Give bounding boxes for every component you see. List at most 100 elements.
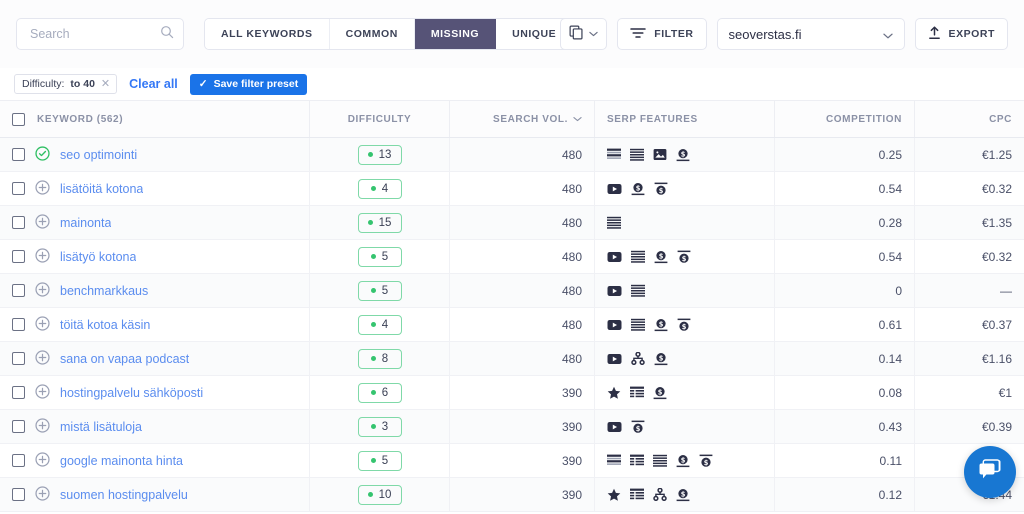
table-row[interactable]: lisätöitä kotona 4 480 $ $ 0.54 €0.32 [0,172,1024,206]
row-checkbox[interactable] [12,352,25,365]
search-box[interactable] [16,18,184,50]
filter-chip-difficulty[interactable]: Difficulty: to 40 ✕ [14,74,118,94]
table-row[interactable]: mistä lisätuloja 3 390 $ 0.43 €0.39 [0,410,1024,444]
table-row[interactable]: töitä kotoa käsin 4 480 $ $ 0.61 €0.37 [0,308,1024,342]
table-row[interactable]: suomen hostingpalvelu 10 390 $ 0.12 [0,478,1024,512]
plus-circle-icon[interactable] [35,213,50,232]
table-row[interactable]: benchmarkkaus 5 480 0 — [0,274,1024,308]
serp-feature-table-icon[interactable] [630,488,644,501]
serp-feature-ads-bottom-icon[interactable]: $ [676,488,690,502]
tab-common[interactable]: COMMON [329,19,415,49]
column-header-cpc[interactable]: CPC [915,101,1024,137]
serp-feature-video-icon[interactable] [607,353,622,365]
serp-feature-reviews-icon[interactable] [607,386,621,400]
serp-feature-sitelinks-list-icon[interactable] [630,148,644,161]
serp-feature-ads-bottom-icon[interactable]: $ [676,148,690,162]
table-row[interactable]: sana on vapaa podcast 8 480 $ 0.14 €1.16 [0,342,1024,376]
table-row[interactable]: mainonta 15 480 0.28 €1.35 [0,206,1024,240]
serp-feature-sitelinks-tree-icon[interactable] [631,352,645,365]
save-filter-preset-button[interactable]: ✓ Save filter preset [189,73,308,95]
clear-all-button[interactable]: Clear all [129,77,178,91]
column-header-search-volume[interactable]: SEARCH VOL. [450,101,595,137]
select-all-checkbox[interactable] [12,112,25,126]
keyword-link[interactable]: töitä kotoa käsin [60,318,150,332]
tab-all-keywords[interactable]: ALL KEYWORDS [205,19,330,49]
serp-feature-sitelinks-list-icon[interactable] [607,216,621,229]
serp-feature-ads-top-icon[interactable]: $ [699,454,713,468]
check-circle-icon[interactable] [35,145,50,164]
keyword-link[interactable]: sana on vapaa podcast [60,352,189,366]
plus-circle-icon[interactable] [35,349,50,368]
serp-feature-featured-snippet-icon[interactable] [607,148,621,161]
serp-feature-video-icon[interactable] [607,251,622,263]
tab-missing[interactable]: MISSING [414,19,497,49]
search-input[interactable] [28,26,160,42]
column-header-serp-features[interactable]: SERP FEATURES [595,101,775,137]
serp-feature-sitelinks-list-icon[interactable] [631,284,645,297]
row-checkbox[interactable] [12,284,25,297]
serp-feature-sitelinks-tree-icon[interactable] [653,488,667,501]
serp-feature-video-icon[interactable] [607,319,622,331]
plus-circle-icon[interactable] [35,315,50,334]
row-checkbox[interactable] [12,488,25,501]
row-checkbox[interactable] [12,216,25,229]
serp-feature-image-pack-icon[interactable] [653,148,667,161]
serp-feature-reviews-icon[interactable] [607,488,621,502]
row-checkbox[interactable] [12,454,25,467]
serp-feature-ads-top-icon[interactable]: $ [677,318,691,332]
plus-circle-icon[interactable] [35,417,50,436]
table-row[interactable]: google mainonta hinta 5 390 $ $ 0.11 [0,444,1024,478]
serp-feature-ads-bottom-icon[interactable]: $ [676,454,690,468]
keyword-link[interactable]: hostingpalvelu sähköposti [60,386,203,400]
table-row[interactable]: hostingpalvelu sähköposti 6 390 $ 0.08 €… [0,376,1024,410]
close-icon[interactable]: ✕ [101,78,110,90]
column-header-competition[interactable]: COMPETITION [775,101,915,137]
row-checkbox[interactable] [12,386,25,399]
serp-feature-video-icon[interactable] [607,421,622,433]
serp-feature-ads-bottom-icon[interactable]: $ [653,386,667,400]
table-row[interactable]: seo optimointi 13 480 $ 0.25 €1.25 [0,138,1024,172]
sort-chevron-down-icon[interactable] [573,114,582,125]
keyword-link[interactable]: google mainonta hinta [60,454,183,468]
plus-circle-icon[interactable] [35,179,50,198]
column-header-keyword[interactable]: KEYWORD (562) [0,101,310,137]
plus-circle-icon[interactable] [35,485,50,504]
keyword-link[interactable]: mainonta [60,216,111,230]
row-checkbox[interactable] [12,420,25,433]
export-button[interactable]: EXPORT [914,18,1008,50]
serp-feature-ads-bottom-icon[interactable]: $ [654,250,668,264]
serp-feature-ads-top-icon[interactable]: $ [654,182,668,196]
serp-feature-table-icon[interactable] [630,454,644,467]
serp-feature-ads-bottom-icon[interactable]: $ [654,352,668,366]
row-checkbox[interactable] [12,250,25,263]
keyword-link[interactable]: benchmarkkaus [60,284,148,298]
serp-feature-ads-bottom-icon[interactable]: $ [654,318,668,332]
table-row[interactable]: lisätyö kotona 5 480 $ $ 0.54 €0.32 [0,240,1024,274]
row-checkbox[interactable] [12,148,25,161]
plus-circle-icon[interactable] [35,383,50,402]
keyword-link[interactable]: suomen hostingpalvelu [60,488,188,502]
compare-domains-button[interactable] [560,18,608,50]
filter-button[interactable]: FILTER [617,18,707,50]
serp-feature-sitelinks-list-icon[interactable] [631,318,645,331]
keyword-link[interactable]: lisätöitä kotona [60,182,143,196]
keyword-link[interactable]: mistä lisätuloja [60,420,142,434]
serp-feature-sitelinks-list-icon[interactable] [631,250,645,263]
plus-circle-icon[interactable] [35,247,50,266]
serp-feature-video-icon[interactable] [607,183,622,195]
serp-feature-ads-top-icon[interactable]: $ [677,250,691,264]
serp-feature-featured-snippet-icon[interactable] [607,454,621,467]
serp-feature-video-icon[interactable] [607,285,622,297]
plus-circle-icon[interactable] [35,451,50,470]
serp-feature-ads-bottom-icon[interactable]: $ [631,182,645,196]
column-header-difficulty[interactable]: DIFFICULTY [310,101,450,137]
domain-select[interactable]: seoverstas.fi [716,18,905,50]
row-checkbox[interactable] [12,318,25,331]
serp-feature-sitelinks-list-icon[interactable] [653,454,667,467]
chat-widget-button[interactable] [964,446,1016,498]
serp-feature-ads-top-icon[interactable]: $ [631,420,645,434]
plus-circle-icon[interactable] [35,281,50,300]
keyword-link[interactable]: seo optimointi [60,148,137,162]
row-checkbox[interactable] [12,182,25,195]
keyword-link[interactable]: lisätyö kotona [60,250,136,264]
